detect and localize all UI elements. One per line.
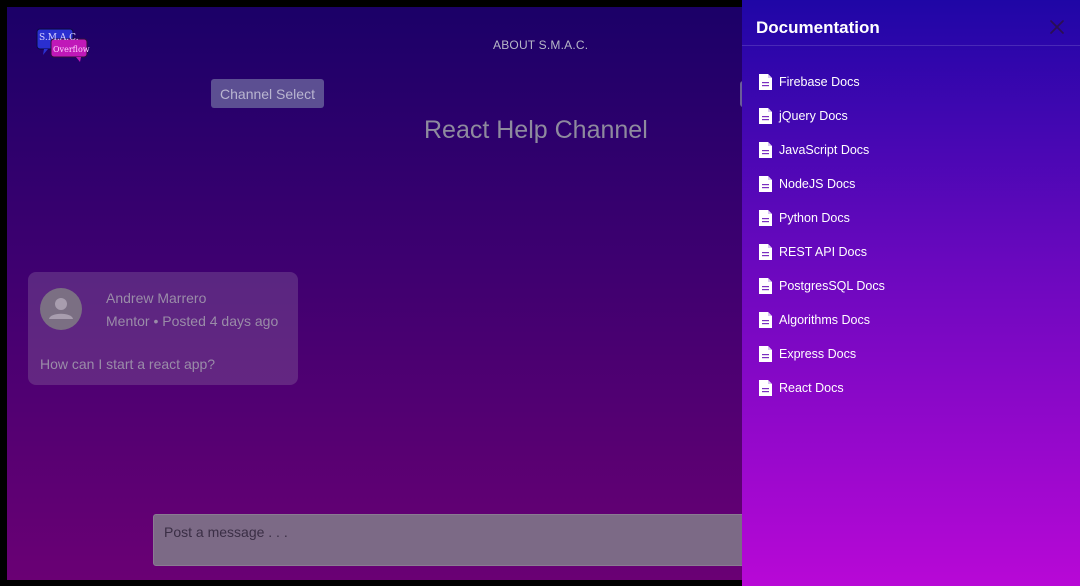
person-icon	[49, 298, 73, 319]
document-icon	[759, 176, 772, 192]
channel-title: React Help Channel	[424, 116, 648, 144]
doc-link-label: REST API Docs	[779, 245, 867, 259]
svg-text:Overflow: Overflow	[53, 45, 90, 54]
doc-link-label: Express Docs	[779, 347, 857, 361]
document-icon	[759, 108, 772, 124]
doc-link-label: JavaScript Docs	[779, 143, 870, 157]
doc-link-label: Python Docs	[779, 211, 850, 225]
document-icon	[759, 142, 772, 158]
documentation-drawer: Documentation Firebase Docs jQuery Docs	[742, 0, 1080, 586]
doc-link-label: jQuery Docs	[779, 109, 848, 123]
message-input[interactable]: Post a message . . .	[153, 514, 753, 566]
document-icon	[759, 210, 772, 226]
doc-link-nodejs[interactable]: NodeJS Docs	[758, 167, 885, 201]
post-body: How can I start a react app?	[40, 356, 216, 372]
document-icon	[759, 346, 772, 362]
drawer-divider	[742, 45, 1080, 46]
close-icon[interactable]	[1049, 19, 1065, 35]
doc-link-jquery[interactable]: jQuery Docs	[758, 99, 885, 133]
about-link[interactable]: ABOUT S.M.A.C.	[493, 38, 588, 52]
doc-link-express[interactable]: Express Docs	[758, 337, 885, 371]
doc-link-label: React Docs	[779, 381, 844, 395]
doc-link-python[interactable]: Python Docs	[758, 201, 885, 235]
post-meta: Mentor • Posted 4 days ago	[106, 313, 278, 329]
app-logo[interactable]: S.M.A.C. Overflow	[34, 25, 90, 63]
doc-link-label: PostgresSQL Docs	[779, 279, 885, 293]
post-time: Posted 4 days ago	[162, 313, 279, 329]
doc-link-postgressql[interactable]: PostgresSQL Docs	[758, 269, 885, 303]
doc-link-algorithms[interactable]: Algorithms Docs	[758, 303, 885, 337]
post-separator: •	[153, 313, 159, 329]
documentation-list: Firebase Docs jQuery Docs JavaScript Doc…	[758, 65, 885, 405]
document-icon	[759, 244, 772, 260]
channel-select-button[interactable]: Channel Select	[211, 79, 324, 108]
doc-link-firebase[interactable]: Firebase Docs	[758, 65, 885, 99]
document-icon	[759, 312, 772, 328]
avatar	[40, 288, 82, 330]
doc-link-javascript[interactable]: JavaScript Docs	[758, 133, 885, 167]
doc-link-rest-api[interactable]: REST API Docs	[758, 235, 885, 269]
document-icon	[759, 380, 772, 396]
doc-link-label: Firebase Docs	[779, 75, 860, 89]
svg-text:S.M.A.C.: S.M.A.C.	[39, 33, 79, 43]
post-role: Mentor	[106, 313, 150, 329]
doc-link-react[interactable]: React Docs	[758, 371, 885, 405]
post-author: Andrew Marrero	[106, 290, 207, 306]
doc-link-label: NodeJS Docs	[779, 177, 856, 191]
doc-link-label: Algorithms Docs	[779, 313, 870, 327]
post-card[interactable]: Andrew Marrero Mentor • Posted 4 days ag…	[28, 272, 298, 385]
drawer-title: Documentation	[756, 18, 880, 37]
document-icon	[759, 74, 772, 90]
document-icon	[759, 278, 772, 294]
